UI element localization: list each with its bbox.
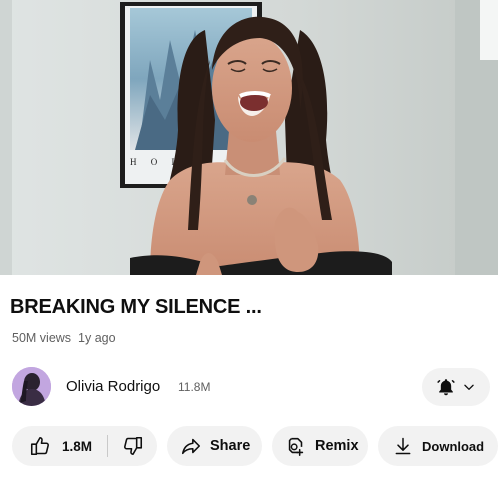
thumb-up-icon <box>30 436 49 456</box>
channel-name[interactable]: Olivia Rodrigo <box>66 378 160 395</box>
share-arrow-icon <box>181 438 201 455</box>
share-label: Share <box>210 438 251 454</box>
download-button[interactable]: Download <box>378 426 498 466</box>
channel-row: Olivia Rodrigo 11.8M <box>12 367 490 407</box>
chevron-down-icon <box>464 384 474 390</box>
remix-label: Remix <box>315 438 359 454</box>
remix-icon <box>288 437 304 456</box>
thumb-down-icon <box>123 436 142 456</box>
download-icon <box>395 437 411 455</box>
video-player[interactable]: H O L L <box>0 0 498 275</box>
like-count: 1.8M <box>62 438 93 454</box>
notification-bell-button[interactable] <box>422 368 490 406</box>
video-title[interactable]: BREAKING MY SILENCE ... <box>10 296 262 319</box>
share-button[interactable]: Share <box>167 426 262 466</box>
upload-age: 1y ago <box>78 331 116 345</box>
remix-button[interactable]: Remix <box>272 426 368 466</box>
video-meta[interactable]: 50M views 1y ago <box>12 331 116 345</box>
subscriber-count: 11.8M <box>178 380 211 394</box>
channel-avatar[interactable] <box>12 367 51 406</box>
video-frame: H O L L <box>0 0 498 275</box>
like-dislike-group: 1.8M <box>12 426 157 466</box>
bell-icon <box>437 379 455 396</box>
like-button[interactable]: 1.8M <box>12 426 107 466</box>
download-label: Download <box>422 438 485 454</box>
view-count: 50M views <box>12 331 72 345</box>
dislike-button[interactable] <box>108 426 157 466</box>
